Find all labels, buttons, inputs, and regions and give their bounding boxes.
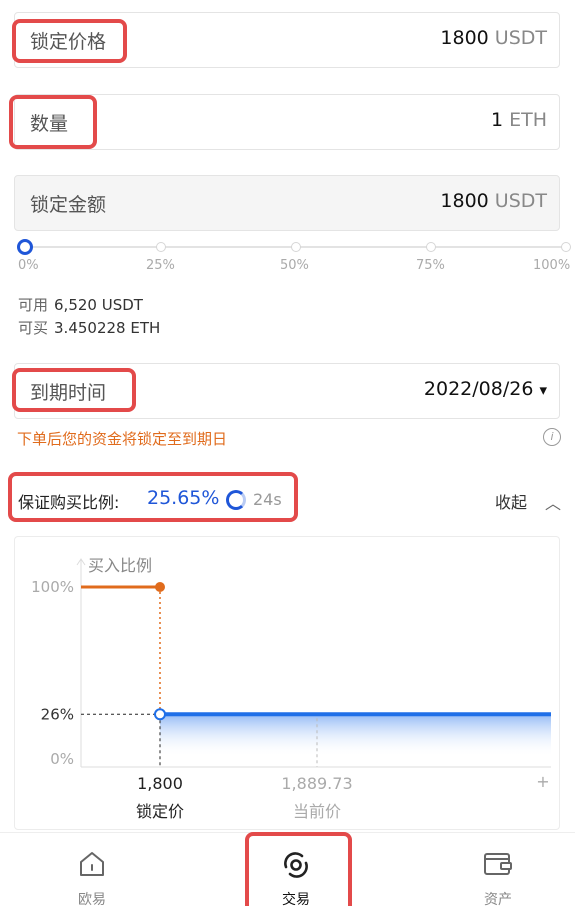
lock-note: 下单后您的资金将锁定至到期日 [17, 430, 228, 448]
buyable-amount: 可买 3.450228 ETH [18, 317, 160, 338]
nav-label: 资产 [484, 892, 512, 908]
slider-tick: 25% [146, 258, 175, 273]
refresh-spinner-icon [226, 490, 246, 510]
nav-label: 欧易 [78, 892, 106, 908]
nav-item-assets[interactable]: 资产 [438, 833, 558, 908]
series-point [154, 708, 166, 721]
x-tick-label: 当前价 [293, 802, 341, 821]
lock-price-value[interactable]: 1800 USDT [440, 27, 547, 49]
quantity-number: 1 [491, 109, 504, 131]
highlight-box [245, 832, 352, 906]
x-tick-value: 1,800 [137, 774, 183, 793]
lock-amount-unit: USDT [494, 190, 547, 212]
x-tick-label: 锁定价 [136, 802, 184, 821]
chevron-up-icon[interactable]: ︿ [545, 490, 561, 514]
area-fill [160, 714, 551, 757]
info-icon[interactable]: i [543, 428, 561, 446]
slider-tick: 0% [18, 258, 39, 273]
lock-amount-field: 锁定金额 1800 USDT [14, 175, 560, 231]
collapse-button[interactable]: 收起 [495, 489, 527, 513]
expiry-select[interactable]: 2022/08/26 ▾ [424, 378, 547, 400]
highlight-box [12, 368, 136, 412]
quantity-unit: ETH [509, 109, 547, 131]
slider-stop-100[interactable] [561, 242, 571, 252]
slider-stop-75[interactable] [426, 242, 436, 252]
available-label: 可用 [18, 296, 49, 314]
slider-stop-25[interactable] [156, 242, 166, 252]
slider-stop-50[interactable] [291, 242, 301, 252]
highlight-box [12, 19, 127, 63]
highlight-box [9, 95, 97, 149]
y-tick-label: 0% [50, 750, 74, 768]
series-point [155, 582, 165, 592]
lock-amount-value: 1800 USDT [440, 190, 547, 212]
slider-handle[interactable] [17, 239, 33, 255]
lock-price-number: 1800 [440, 27, 489, 49]
quantity-value[interactable]: 1 ETH [491, 109, 547, 131]
lock-amount-number: 1800 [440, 190, 489, 212]
buyable-value: 3.450228 ETH [54, 319, 161, 337]
available-value: 6,520 USDT [54, 296, 143, 314]
x-axis-end: + [536, 772, 549, 791]
expiry-value: 2022/08/26 [423, 378, 534, 400]
x-tick-value: 1,889.73 [281, 774, 352, 793]
wallet-icon [484, 853, 512, 875]
slider-tick: 100% [533, 258, 571, 273]
y-tick-label: 100% [31, 578, 74, 596]
available-balance: 可用 6,520 USDT [18, 294, 143, 315]
ratio-value: 25.65% [147, 487, 220, 509]
y-axis-title: 买入比例 [88, 556, 152, 575]
lock-price-unit: USDT [494, 27, 547, 49]
nav-item-home[interactable]: 欧易 [32, 833, 152, 908]
buyable-label: 可买 [18, 319, 49, 337]
slider-tick: 75% [416, 258, 445, 273]
ratio-chart: 买入比例 100% 26% 0% 1,800 锁定价 1,889.73 当前价 + [31, 556, 551, 821]
lock-amount-label: 锁定金额 [30, 194, 107, 216]
caret-down-icon: ▾ [539, 381, 547, 399]
countdown: 24s [253, 490, 282, 509]
chart-panel: 买入比例 100% 26% 0% 1,800 锁定价 1,889.73 当前价 + [14, 536, 560, 830]
slider-tick: 50% [280, 258, 309, 273]
y-tick-label: 26% [41, 705, 74, 723]
home-icon [80, 852, 104, 876]
ratio-label: 保证购买比例: [18, 493, 120, 512]
